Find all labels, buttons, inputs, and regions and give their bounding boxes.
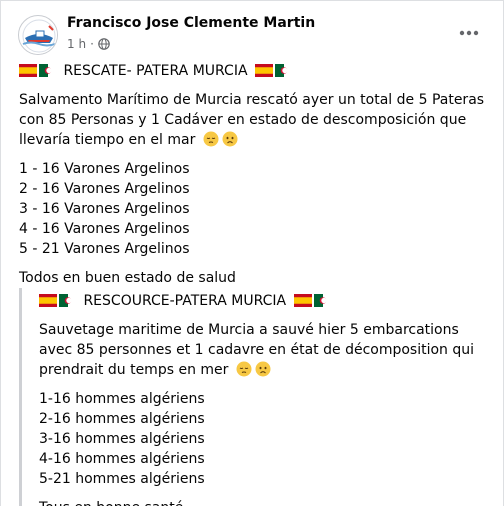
french-title: RESCOURCE-PATERA MURCIA — [83, 293, 287, 309]
more-options-button[interactable] — [457, 21, 481, 45]
spain-flag-icon — [19, 64, 37, 77]
algeria-flag-icon — [39, 64, 57, 77]
spanish-list: 1 - 16 Varones Argelinos 2 - 16 Varones … — [19, 159, 489, 259]
spain-flag-icon — [39, 294, 57, 307]
pensive-face-icon — [236, 361, 252, 377]
author-avatar[interactable] — [18, 15, 58, 55]
spanish-paragraph-line: Salvamento Marítimo de Murcia rescató ay… — [19, 90, 489, 150]
algeria-flag-icon — [59, 294, 77, 307]
list-item: 1-16 hommes algériens — [39, 391, 205, 407]
meta-separator: · — [90, 37, 94, 51]
post-meta: 1 h · — [67, 37, 110, 51]
author-name[interactable]: Francisco Jose Clemente Martin — [67, 15, 315, 31]
french-title-line: RESCOURCE-PATERA MURCIA — [39, 291, 491, 311]
lifeguard-boat-avatar-icon — [20, 17, 57, 54]
worried-face-icon — [222, 131, 238, 147]
post-header: Francisco Jose Clemente Martin 1 h · — [1, 1, 503, 61]
spanish-title: RESCATE- PATERA MURCIA — [63, 63, 248, 79]
list-item: 4-16 hommes algériens — [39, 451, 205, 467]
globe-icon[interactable] — [98, 38, 110, 50]
list-item: 3-16 hommes algériens — [39, 431, 205, 447]
post-time[interactable]: 1 h — [67, 37, 86, 51]
french-list: 1-16 hommes algériens 2-16 hommes algéri… — [39, 389, 491, 489]
spanish-footer: Todos en buen estado de salud — [19, 270, 236, 286]
list-item: 1 - 16 Varones Argelinos — [19, 161, 190, 177]
list-item: 2 - 16 Varones Argelinos — [19, 181, 190, 197]
list-item: 5 - 21 Varones Argelinos — [19, 241, 190, 257]
spanish-paragraph: Salvamento Marítimo de Murcia rescató ay… — [19, 92, 485, 148]
list-item: 4 - 16 Varones Argelinos — [19, 221, 190, 237]
spanish-title-line: RESCATE- PATERA MURCIA — [19, 61, 489, 81]
french-footer: Tous en bonne santé — [39, 498, 491, 506]
spain-flag-icon — [255, 64, 273, 77]
pensive-face-icon — [203, 131, 219, 147]
french-translation-block: RESCOURCE-PATERA MURCIA Sauvetage mariti… — [19, 288, 491, 506]
spain-flag-icon — [293, 294, 312, 307]
more-options-icon — [459, 30, 479, 36]
list-item: 5-21 hommes algériens — [39, 471, 205, 487]
post-body: RESCATE- PATERA MURCIA Salvamento Maríti… — [19, 61, 489, 288]
french-paragraph-line: Sauvetage maritime de Murcia a sauvé hie… — [39, 320, 491, 380]
facebook-post: Francisco Jose Clemente Martin 1 h · RES… — [0, 0, 504, 506]
list-item: 2-16 hommes algériens — [39, 411, 205, 427]
worried-face-icon — [255, 361, 271, 377]
list-item: 3 - 16 Varones Argelinos — [19, 201, 190, 217]
algeria-flag-icon — [275, 64, 293, 77]
algeria-flag-icon — [313, 294, 332, 307]
